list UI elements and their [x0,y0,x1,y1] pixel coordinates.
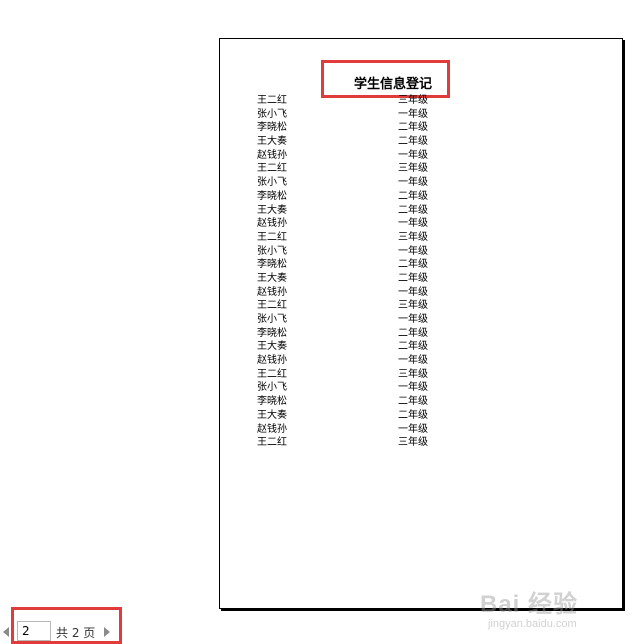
student-name: 王大奏 [257,136,287,148]
table-row: 赵钱孙 一年级 [257,354,437,368]
student-name: 王二红 [257,95,287,106]
watermark-url: jingyan.baidu.com [488,618,577,630]
student-name: 张小飞 [257,108,287,120]
student-name: 李晓松 [257,259,287,271]
table-row: 王二红 三年级 [257,162,437,176]
student-grade: 三年级 [398,231,428,243]
student-name: 赵钱孙 [257,149,287,161]
student-name: 赵钱孙 [257,423,287,435]
student-grade: 二年级 [398,204,428,216]
student-name: 张小飞 [257,245,287,257]
table-row: 王二红 三年级 [257,94,437,108]
student-grade: 二年级 [398,259,428,271]
table-row: 赵钱孙 一年级 [257,286,437,300]
table-row: 赵钱孙 一年级 [257,217,437,231]
student-name: 赵钱孙 [257,286,287,298]
student-name: 张小飞 [257,382,287,394]
student-grade: 一年级 [398,423,428,435]
page-navigator: 共 2 页 [0,607,130,644]
student-grade: 一年级 [398,149,428,161]
student-grade: 一年级 [398,108,428,120]
student-name: 李晓松 [257,190,287,202]
table-row: 王大奏 二年级 [257,135,437,149]
table-row: 张小飞 一年级 [257,381,437,395]
student-grade: 二年级 [398,396,428,408]
student-grade: 二年级 [398,409,428,421]
student-grade: 一年级 [398,218,428,230]
student-grade: 三年级 [398,95,428,106]
student-name: 赵钱孙 [257,218,287,230]
table-row: 李晓松 二年级 [257,121,437,135]
table-row: 王大奏 二年级 [257,204,437,218]
table-row: 张小飞 一年级 [257,245,437,259]
table-row: 王二红 三年级 [257,231,437,245]
student-grade: 一年级 [398,382,428,394]
table-row: 王大奏 二年级 [257,272,437,286]
watermark-text: Bai 经验 [480,591,579,618]
title-highlight-box [321,60,450,98]
student-grade: 一年级 [398,177,428,189]
student-grade: 二年级 [398,122,428,134]
student-name: 张小飞 [257,314,287,325]
student-grade: 一年级 [398,245,428,257]
table-row: 张小飞 一年级 [257,108,437,122]
student-name: 王大奏 [257,341,287,353]
student-name: 王二红 [257,300,287,312]
table-row: 王大奏 二年级 [257,409,437,423]
student-name: 王大奏 [257,272,287,284]
student-name: 王二红 [257,163,287,175]
baidu-watermark: Bai 经验 jingyan.baidu.com [474,574,624,640]
student-grade: 三年级 [398,437,428,449]
table-row: 王二红 三年级 [257,299,437,313]
previous-page-icon[interactable] [3,627,9,637]
student-grade: 二年级 [398,190,428,202]
student-name: 张小飞 [257,177,287,189]
table-row: 赵钱孙 一年级 [257,423,437,437]
student-name: 王二红 [257,368,287,380]
student-grade: 二年级 [398,136,428,148]
table-row: 李晓松 二年级 [257,190,437,204]
student-name: 李晓松 [257,327,287,339]
student-grade: 二年级 [398,327,428,339]
student-grade: 一年级 [398,314,428,325]
table-row: 李晓松 二年级 [257,258,437,272]
student-grade: 二年级 [398,341,428,353]
table-row: 李晓松 二年级 [257,327,437,341]
student-grade: 一年级 [398,355,428,367]
table-row: 张小飞 一年级 [257,176,437,190]
student-name: 李晓松 [257,122,287,134]
student-grade: 三年级 [398,368,428,380]
table-row: 赵钱孙 一年级 [257,149,437,163]
student-name: 王大奏 [257,409,287,421]
table-row: 王大奏 二年级 [257,340,437,354]
student-grade: 一年级 [398,286,428,298]
student-grade: 三年级 [398,300,428,312]
student-name: 李晓松 [257,396,287,408]
table-row: 王二红 三年级 [257,368,437,382]
student-name: 王二红 [257,231,287,243]
student-grade: 二年级 [398,272,428,284]
table-row: 王二红 三年级 [257,436,437,450]
student-name: 王大奏 [257,204,287,216]
table-row: 李晓松 二年级 [257,395,437,409]
pager-highlight-box [11,607,122,644]
print-preview-page: 学生信息登记 王二红 三年级 张小飞 一年级 李晓松 二年级 王大奏 二年级 赵钱孙 一年级 王二红… [219,38,623,609]
student-grade: 三年级 [398,163,428,175]
student-name: 王二红 [257,437,287,449]
student-name: 赵钱孙 [257,355,287,367]
student-list: 王二红 三年级 张小飞 一年级 李晓松 二年级 王大奏 二年级 赵钱孙 一年级 王二红 三年级 张小飞一… [257,94,437,450]
table-row: 张小飞 一年级 [257,313,437,327]
